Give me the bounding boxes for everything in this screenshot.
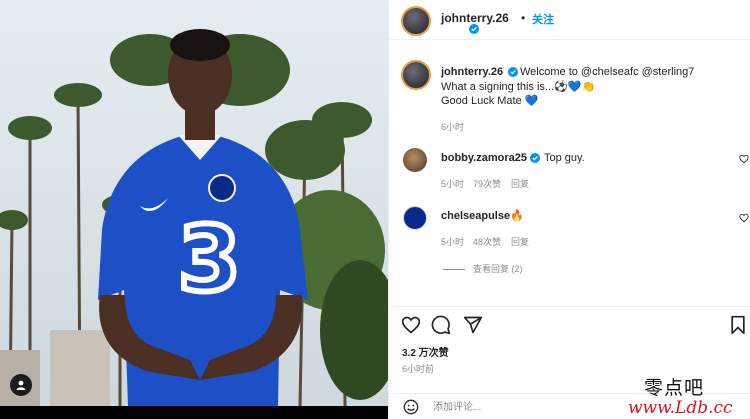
posted-time: 6小时前 — [402, 364, 435, 374]
comment-text: Top guy. — [544, 152, 585, 164]
commenter-username[interactable]: bobby.zamora25 — [441, 152, 527, 164]
comments-list[interactable]: johnterry.26 Welcome to @chelseafc @ster… — [389, 40, 750, 300]
heart-icon[interactable] — [739, 154, 749, 164]
likes-count[interactable]: 3.2 万次赞 — [402, 344, 449, 359]
commenter-avatar[interactable] — [403, 148, 427, 172]
post-panel: johnterry.26 • 关注 johnterry.26 Welcome t… — [388, 0, 750, 419]
comment-reply-button[interactable]: 回复 — [511, 177, 529, 190]
commenter-avatar[interactable] — [403, 206, 427, 230]
verified-badge-icon — [469, 24, 479, 34]
comment-text: 🔥 — [510, 210, 524, 222]
comment-input[interactable] — [433, 398, 633, 416]
comment-time: 5小时 — [441, 179, 465, 189]
emoji-icon[interactable] — [403, 399, 419, 415]
comment-icon[interactable] — [431, 315, 451, 335]
author-avatar[interactable] — [401, 6, 431, 36]
caption-username[interactable]: johnterry.26 — [441, 66, 503, 78]
share-icon[interactable] — [463, 315, 483, 335]
commenter-username[interactable]: chelseapulse — [441, 210, 510, 222]
comment-likes[interactable]: 48次赞 — [473, 235, 501, 248]
post-header: johnterry.26 • 关注 — [389, 0, 750, 40]
post-photo[interactable]: 3 — [0, 0, 388, 406]
caption-line-1: Welcome to @chelseafc @sterling7 — [520, 66, 695, 78]
comment-likes[interactable]: 79次赞 — [473, 177, 501, 190]
bookmark-icon[interactable] — [729, 315, 747, 335]
caption-avatar[interactable] — [401, 60, 431, 90]
watermark-url: www.Ldb.cc — [628, 398, 733, 418]
caption-line-2: What a signing this is...⚽💙👏 — [441, 81, 596, 93]
svg-text:3: 3 — [178, 207, 241, 312]
view-replies-label: 查看回复 (2) — [473, 264, 523, 274]
header-separator: • — [521, 11, 526, 25]
watermark-title: 零点吧 — [644, 377, 705, 399]
heart-icon[interactable] — [401, 315, 421, 335]
replies-divider — [443, 269, 465, 271]
caption-line-3: Good Luck Mate 💙 — [441, 95, 539, 107]
view-replies-button[interactable]: 查看回复 (2) — [443, 262, 523, 275]
verified-badge-icon — [508, 67, 518, 77]
comment-time: 5小时 — [441, 237, 465, 247]
author-username[interactable]: johnterry.26 — [441, 11, 509, 25]
heart-icon[interactable] — [739, 213, 749, 223]
follow-button[interactable]: 关注 — [532, 11, 554, 27]
verified-badge-icon — [530, 153, 540, 163]
post-photo-image: 3 — [0, 0, 388, 406]
caption-time: 6小时 — [441, 122, 465, 132]
person-tag-icon[interactable] — [10, 374, 32, 396]
comment-reply-button[interactable]: 回复 — [511, 235, 529, 248]
action-bar — [389, 306, 750, 342]
